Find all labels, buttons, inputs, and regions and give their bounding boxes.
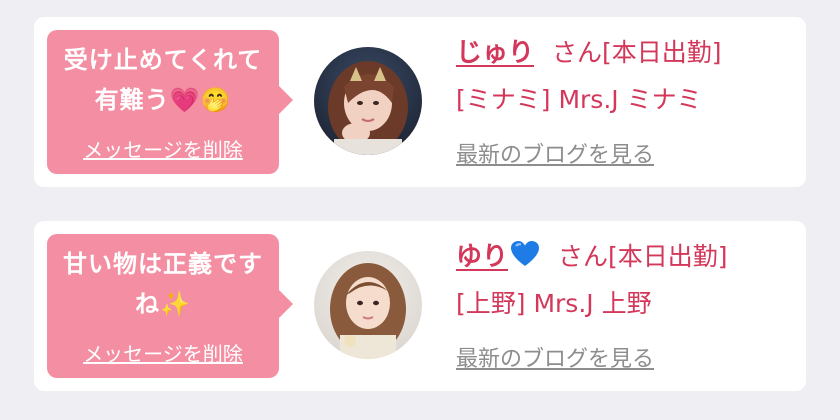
message-bubble: 甘い物は正義ですね✨ メッセージを削除 — [47, 234, 293, 378]
honorific: さん — [558, 242, 609, 271]
shop-name: [ミナミ] Mrs.J ミナミ — [456, 85, 702, 114]
honorific: さん — [552, 38, 603, 67]
name-line: ゆり さん[本日出勤] — [456, 235, 796, 281]
cast-name-link[interactable]: ゆり — [456, 241, 540, 272]
latest-blog-link[interactable]: 最新のブログを見る — [456, 137, 654, 169]
message-text: 甘い物は正義ですね✨ — [63, 250, 263, 318]
cast-name: ゆり — [456, 242, 509, 272]
delete-message-link[interactable]: メッセージを削除 — [47, 338, 279, 367]
avatar[interactable] — [314, 251, 422, 359]
message-card: 受け止めてくれて有難う💗🤭 メッセージを削除 じゅり さん[本日出勤] [ミナミ… — [34, 17, 806, 187]
latest-blog-link[interactable]: 最新のブログを見る — [456, 341, 654, 373]
attendance-status: [本日出勤] — [608, 242, 728, 271]
attendance-status: [本日出勤] — [602, 38, 722, 67]
cast-name-link[interactable]: じゅり — [456, 38, 534, 68]
name-line: じゅり さん[本日出勤] — [456, 31, 796, 77]
message-bubble: 受け止めてくれて有難う💗🤭 メッセージを削除 — [47, 30, 293, 174]
shop-name: [上野] Mrs.J 上野 — [456, 289, 652, 318]
cast-info: ゆり さん[本日出勤] [上野] Mrs.J 上野 最新のブログを見る — [456, 235, 796, 372]
delete-message-link[interactable]: メッセージを削除 — [47, 134, 279, 163]
blue-heart-icon — [510, 238, 540, 282]
message-text: 受け止めてくれて有難う💗🤭 — [63, 46, 263, 114]
cast-info: じゅり さん[本日出勤] [ミナミ] Mrs.J ミナミ 最新のブログを見る — [456, 31, 796, 168]
avatar[interactable] — [314, 47, 422, 155]
message-card: 甘い物は正義ですね✨ メッセージを削除 ゆり さん[本日出勤] [上野] Mrs… — [34, 221, 806, 391]
